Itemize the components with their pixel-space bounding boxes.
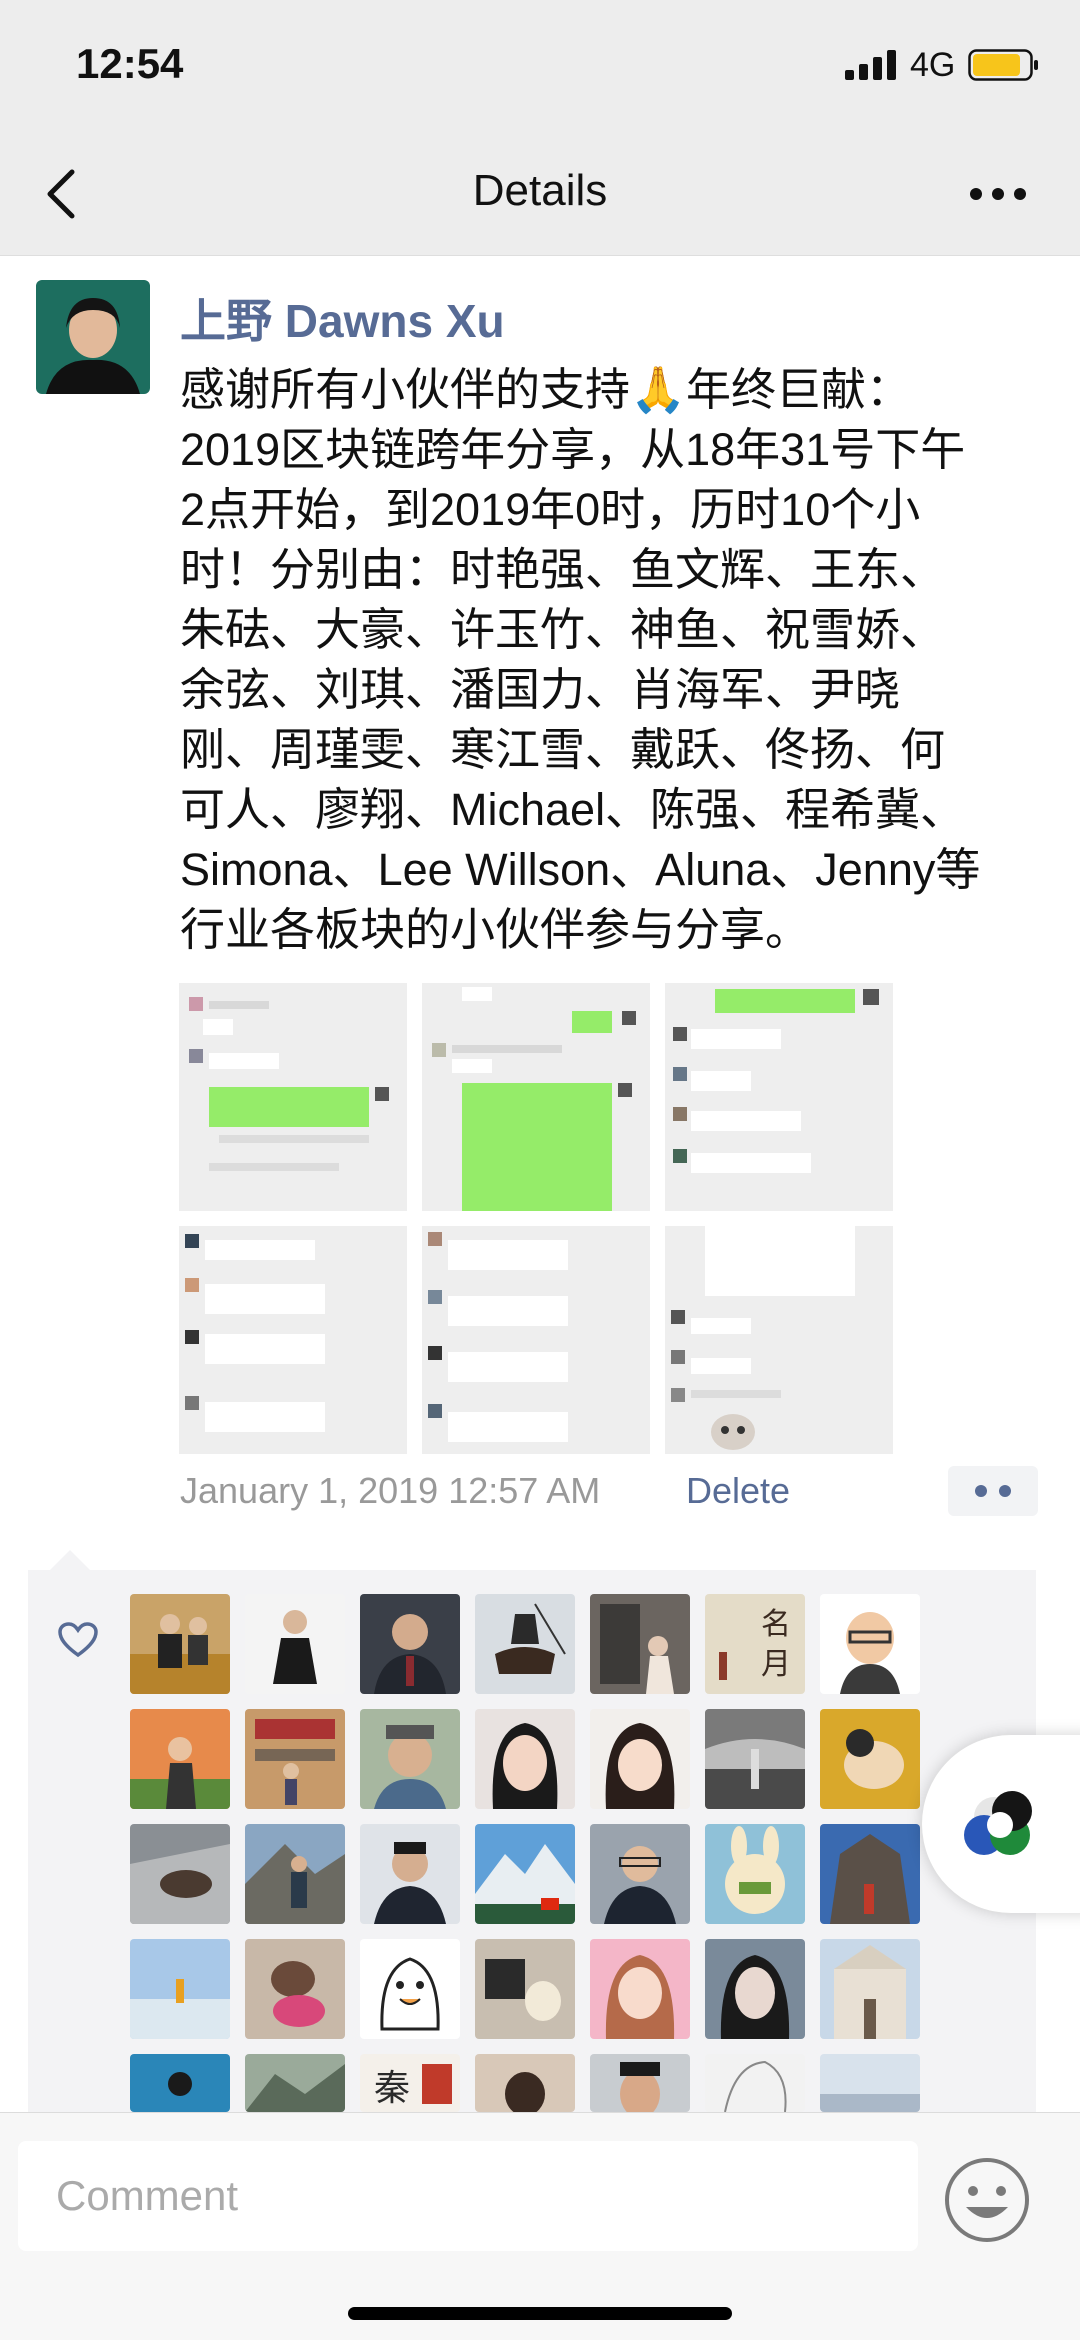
liker-avatar[interactable]: [245, 1594, 345, 1694]
liker-avatar[interactable]: [130, 1939, 230, 2039]
post-image[interactable]: [422, 1226, 650, 1454]
post-text: 感谢所有小伙伴的支持🙏年终巨献： 2019区块链跨年分享，从18年31号下午 2…: [180, 364, 981, 955]
nav-bar: Details: [0, 130, 1080, 256]
emoji-icon[interactable]: [944, 2157, 1030, 2243]
likes-pointer: [50, 1550, 90, 1570]
liker-avatar[interactable]: [475, 1594, 575, 1694]
dots-icon: [975, 1485, 1011, 1497]
liker-avatar[interactable]: [590, 2054, 690, 2112]
liker-avatar[interactable]: [590, 1709, 690, 1809]
liker-avatar[interactable]: [705, 1824, 805, 1924]
post-image[interactable]: [665, 1226, 893, 1454]
battery-icon: [968, 49, 1038, 81]
liker-avatar[interactable]: [245, 2054, 345, 2112]
comment-input[interactable]: [18, 2141, 918, 2251]
liker-avatar[interactable]: [360, 1824, 460, 1924]
liker-avatar[interactable]: [705, 2054, 805, 2112]
author-avatar[interactable]: [36, 280, 150, 394]
delete-link[interactable]: Delete: [686, 1470, 790, 1512]
svg-text:名: 名: [761, 1607, 791, 1642]
liker-avatar[interactable]: [360, 1939, 460, 2039]
post-image[interactable]: [179, 1226, 407, 1454]
post-image[interactable]: [179, 983, 407, 1211]
liker-avatar[interactable]: [475, 1709, 575, 1809]
floating-window-button[interactable]: [922, 1735, 1080, 1913]
post-image[interactable]: [665, 983, 893, 1211]
liker-avatar[interactable]: [245, 1824, 345, 1924]
more-icon[interactable]: [968, 186, 1028, 202]
home-indicator: [348, 2307, 732, 2320]
svg-text:秦: 秦: [374, 2068, 410, 2109]
liker-avatar[interactable]: [130, 1824, 230, 1924]
liker-avatar[interactable]: [475, 1824, 575, 1924]
svg-text:月: 月: [761, 1647, 791, 1682]
liker-avatar[interactable]: [130, 1594, 230, 1694]
liker-avatar[interactable]: [820, 1709, 920, 1809]
page-title: Details: [472, 166, 608, 215]
liker-avatar[interactable]: [130, 2054, 230, 2112]
liker-avatar[interactable]: [590, 1824, 690, 1924]
network-type: 4G: [910, 46, 956, 84]
status-bar: 12:54 4G: [0, 0, 1080, 130]
liker-avatar[interactable]: [820, 1939, 920, 2039]
liker-avatar[interactable]: [590, 1939, 690, 2039]
post-image[interactable]: [422, 983, 650, 1211]
post-timestamp: January 1, 2019 12:57 AM: [180, 1470, 601, 1511]
liker-avatar[interactable]: 秦: [360, 2054, 460, 2112]
post-image-grid: [179, 983, 894, 1454]
liker-avatar[interactable]: 名月: [705, 1594, 805, 1694]
signal-icon: [845, 50, 896, 80]
comment-bar: [0, 2112, 1080, 2340]
liker-avatar[interactable]: [820, 1824, 920, 1924]
floating-window-icon: [964, 1791, 1032, 1855]
liker-avatar[interactable]: [475, 2054, 575, 2112]
heart-icon: [58, 1622, 98, 1658]
liker-avatar[interactable]: [475, 1939, 575, 2039]
action-menu-button[interactable]: [948, 1466, 1038, 1516]
liker-avatar[interactable]: [820, 1594, 920, 1694]
liker-avatar[interactable]: [245, 1709, 345, 1809]
author-name[interactable]: 上野 Dawns Xu: [180, 285, 505, 351]
liker-avatar[interactable]: [705, 1709, 805, 1809]
status-time: 12:54: [76, 40, 184, 87]
liker-avatar[interactable]: [820, 2054, 920, 2112]
liker-avatar[interactable]: [360, 1709, 460, 1809]
liker-avatar[interactable]: [245, 1939, 345, 2039]
liker-avatar[interactable]: [130, 1709, 230, 1809]
liker-avatar[interactable]: [705, 1939, 805, 2039]
liker-avatar[interactable]: [590, 1594, 690, 1694]
liker-avatar[interactable]: [360, 1594, 460, 1694]
